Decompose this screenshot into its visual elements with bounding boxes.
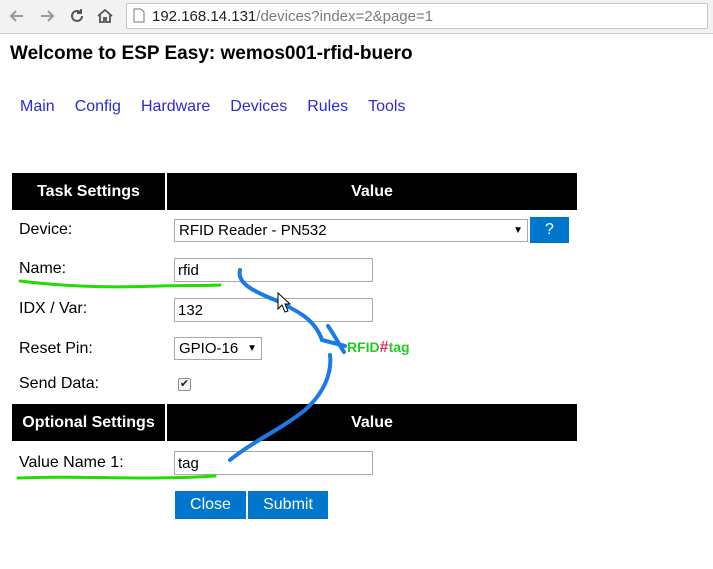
help-button[interactable]: ?: [530, 217, 569, 243]
chevron-down-icon: ▼: [247, 343, 257, 354]
idx-label: IDX / Var:: [19, 300, 88, 317]
arrow-head-icon: [320, 324, 347, 354]
idx-input[interactable]: [174, 298, 373, 322]
reset-pin-label: Reset Pin:: [19, 340, 93, 357]
menu-item-hardware[interactable]: Hardware: [141, 98, 210, 116]
send-data-label: Send Data:: [19, 375, 100, 392]
annotation-overlay: RFID#tag: [16, 268, 410, 480]
menu-item-rules[interactable]: Rules: [307, 98, 348, 116]
reload-icon[interactable]: [66, 5, 88, 27]
chevron-down-icon: ▼: [513, 225, 523, 236]
forward-icon[interactable]: [36, 5, 58, 27]
page-title: Welcome to ESP Easy: wemos001-rfid-buero: [10, 43, 413, 64]
submit-button[interactable]: Submit: [248, 491, 328, 519]
device-select[interactable]: RFID Reader - PN532 ▼: [174, 219, 528, 242]
address-bar[interactable]: 192.168.14.131/devices?index=2&page=1: [126, 3, 708, 29]
back-icon[interactable]: [6, 5, 28, 27]
main-menu: Main Config Hardware Devices Rules Tools: [20, 98, 405, 116]
reset-pin-select[interactable]: GPIO-16 ▼: [174, 337, 262, 360]
name-input[interactable]: [174, 258, 373, 282]
page-icon: [133, 8, 145, 28]
home-icon[interactable]: [94, 5, 116, 27]
browser-toolbar: 192.168.14.131/devices?index=2&page=1: [0, 0, 713, 34]
optional-value-header: Value: [167, 404, 577, 441]
menu-item-devices[interactable]: Devices: [230, 98, 287, 116]
value-name-label: Value Name 1:: [19, 454, 124, 471]
optional-settings-header: Optional Settings: [12, 404, 165, 441]
menu-item-main[interactable]: Main: [20, 98, 55, 116]
annotation-part1: RFID: [347, 339, 380, 355]
annotation-label: RFID#tag: [347, 339, 410, 356]
close-button[interactable]: Close: [175, 491, 246, 519]
device-label: Device:: [19, 221, 73, 238]
check-icon: ✔: [179, 378, 190, 390]
task-settings-header: Task Settings: [12, 173, 165, 210]
value-name-underline: [16, 474, 217, 480]
name-label: Name:: [19, 260, 67, 277]
value-header: Value: [167, 173, 577, 210]
menu-item-config[interactable]: Config: [75, 98, 121, 116]
url-text[interactable]: 192.168.14.131/devices?index=2&page=1: [152, 8, 433, 25]
menu-item-tools[interactable]: Tools: [368, 98, 405, 116]
annotation-part2: tag: [389, 339, 410, 355]
send-data-checkbox[interactable]: ✔: [178, 378, 191, 391]
annotation-separator: #: [380, 339, 389, 356]
device-select-value: RFID Reader - PN532: [179, 222, 327, 239]
reset-pin-select-value: GPIO-16: [179, 340, 239, 357]
value-name-input[interactable]: [174, 451, 373, 475]
